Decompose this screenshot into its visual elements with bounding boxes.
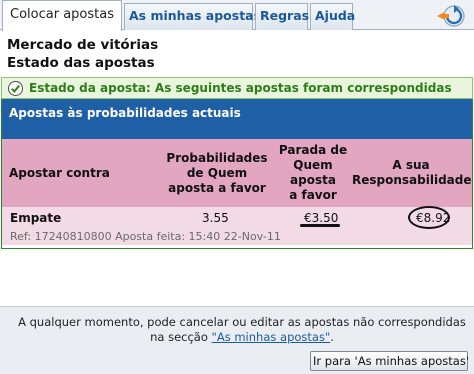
check-icon <box>8 80 23 96</box>
tab-ajuda[interactable]: Ajuda <box>310 3 355 30</box>
col-parada-line: Parada de <box>278 143 348 157</box>
liability-circle-mark <box>408 206 450 229</box>
col-responsabilidade: A sua Responsabilidade <box>352 158 472 188</box>
col-parada: Parada de Quem aposta a favor <box>274 143 352 203</box>
tab-regras[interactable]: Regras <box>255 3 309 30</box>
info-text: A qualquer momento, pode cancelar ou edi… <box>14 315 470 345</box>
status-message: Estado da aposta: As seguintes apostas f… <box>1 77 473 99</box>
section-title: Apostas às probabilidades actuais <box>2 99 472 139</box>
stake-underline-mark <box>300 224 340 227</box>
col-probabilidades-line: de Quem <box>186 166 248 180</box>
goto-my-bets-button[interactable]: Ir para 'As minhas apostas' <box>310 351 469 371</box>
col-parada-line: Quem <box>293 158 333 172</box>
bottom-panel: A qualquer momento, pode cancelar ou edi… <box>0 306 474 374</box>
col-parada-line: aposta <box>290 173 336 187</box>
bet-odds: 3.55 <box>202 211 229 225</box>
bets-table: Apostas às probabilidades actuais Aposta… <box>1 99 473 249</box>
tab-as-minhas-apostas[interactable]: As minhas apostas <box>124 3 261 30</box>
col-responsabilidade-line: Responsabilidade <box>352 173 472 187</box>
col-responsabilidade-line: A sua <box>392 158 430 172</box>
col-probabilidades-line: aposta a favor <box>168 181 266 195</box>
info-end: . <box>330 330 334 344</box>
bet-stake: €3.50 <box>304 211 339 225</box>
col-parada-line: a favor <box>289 188 337 202</box>
link-as-minhas-apostas[interactable]: "As minhas apostas" <box>212 330 331 344</box>
refresh-home-icon[interactable] <box>434 3 468 28</box>
col-probabilidades-line: Probabilidades <box>166 151 268 165</box>
tab-bar: Colocar apostas As minhas apostas Regras… <box>0 0 474 31</box>
col-apostar-contra: Apostar contra <box>9 166 110 180</box>
bet-selection: Empate <box>10 211 62 225</box>
bet-reference: Ref: 17240810800 Aposta feita: 15:40 22-… <box>10 230 281 243</box>
status-text: Estado da aposta: As seguintes apostas f… <box>29 81 452 95</box>
tab-colocar-apostas[interactable]: Colocar apostas <box>2 0 122 31</box>
col-probabilidades: Probabilidades de Quem aposta a favor <box>158 151 276 196</box>
table-row: Empate 3.55 €3.50 €8.92 Ref: 17240810800… <box>2 206 472 245</box>
market-title: Mercado de vitórias <box>7 37 159 53</box>
table-header-row: Apostar contra Probabilidades de Quem ap… <box>2 139 472 207</box>
status-title: Estado das apostas <box>7 55 155 71</box>
